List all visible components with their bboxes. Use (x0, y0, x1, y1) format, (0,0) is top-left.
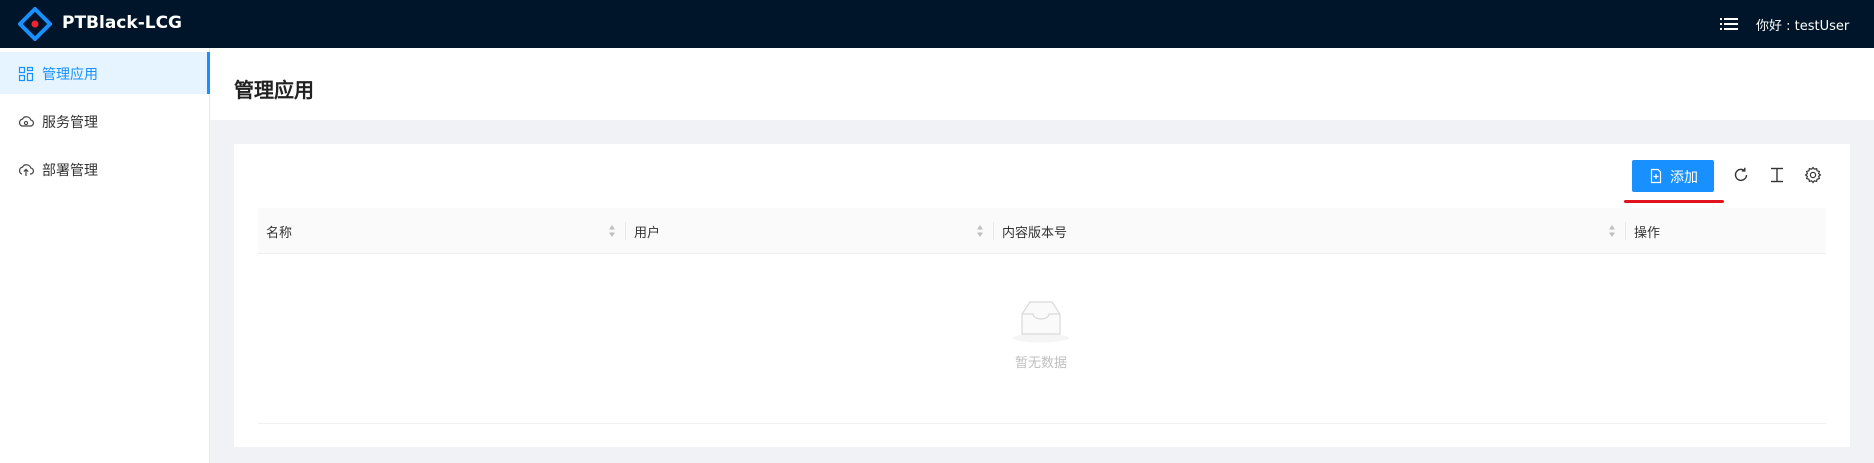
column-header-label: 名称 (266, 226, 293, 241)
sidebar-item-deploy-management[interactable]: 部署管理 (0, 148, 210, 190)
sidebar-item-manage-apps[interactable]: 管理应用 (0, 52, 210, 94)
reload-icon[interactable] (1732, 166, 1750, 184)
sort-icon[interactable] (976, 224, 984, 238)
empty-state: 暂无数据 (258, 254, 1826, 424)
app-name: PTBlack-LCG (62, 13, 183, 33)
file-add-icon (1650, 168, 1662, 184)
empty-inbox-icon (1013, 301, 1069, 343)
menu-list-icon[interactable] (1718, 13, 1740, 35)
page-header: 管理应用 (210, 48, 1874, 120)
sidebar: 管理应用 服务管理 部署管理 (0, 48, 210, 463)
column-header-label: 内容版本号 (1002, 226, 1068, 241)
user-greeting[interactable]: 你好 : testUser (1756, 15, 1849, 34)
column-header-label: 操作 (1634, 226, 1661, 241)
cloud-service-icon (18, 116, 34, 127)
column-header-user[interactable]: 用户 (626, 208, 994, 254)
sidebar-item-label: 部署管理 (42, 163, 98, 179)
sidebar-item-service-management[interactable]: 服务管理 (0, 100, 210, 142)
column-height-icon[interactable] (1768, 166, 1786, 184)
sort-icon[interactable] (608, 224, 616, 238)
sidebar-item-label: 管理应用 (42, 67, 98, 83)
empty-text: 暂无数据 (1014, 356, 1067, 371)
column-header-name[interactable]: 名称 (258, 208, 626, 254)
apps-icon (18, 66, 34, 82)
logo-icon (18, 7, 52, 41)
column-header-label: 用户 (634, 226, 661, 241)
cloud-upload-icon (18, 164, 34, 176)
column-header-content-version[interactable]: 内容版本号 (994, 208, 1626, 254)
add-button-label: 添加 (1670, 169, 1698, 185)
table-card: 添加 名称 用户 内容版本号 操作 暂无数据 (234, 144, 1850, 447)
red-highlight-underline (1624, 200, 1724, 203)
sort-icon[interactable] (1608, 224, 1616, 238)
top-bar: PTBlack-LCG 你好 : testUser (0, 0, 1874, 48)
add-button[interactable]: 添加 (1632, 160, 1714, 192)
sidebar-item-label: 服务管理 (42, 115, 98, 131)
column-header-actions: 操作 (1626, 208, 1826, 254)
page-title: 管理应用 (234, 78, 314, 102)
setting-icon[interactable] (1804, 166, 1822, 184)
table-header: 名称 用户 内容版本号 操作 (258, 208, 1826, 254)
